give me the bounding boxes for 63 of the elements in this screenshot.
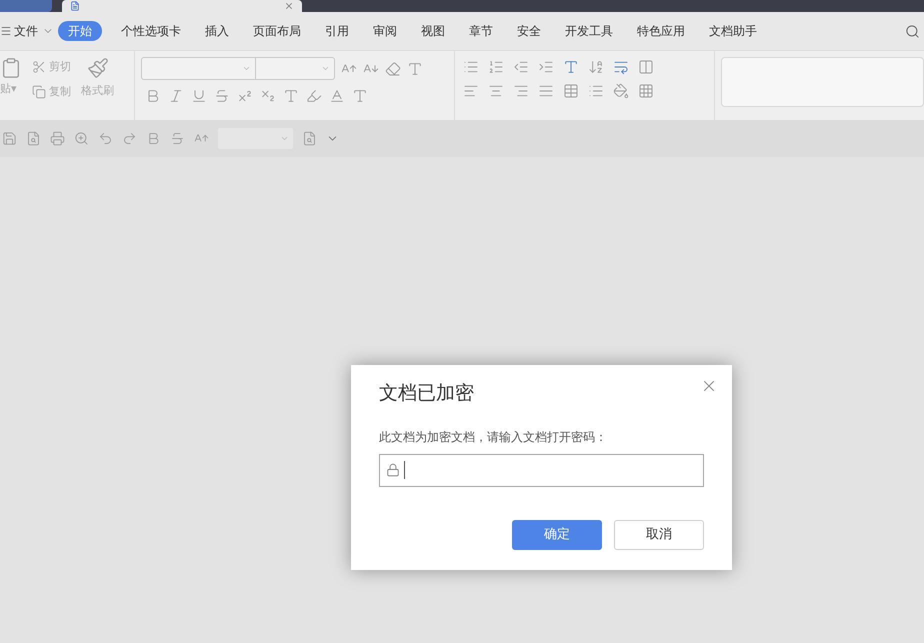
highlighter-icon[interactable] [306,88,322,104]
indent-icon[interactable] [538,59,554,75]
styles-gallery[interactable] [721,57,924,107]
italic-icon[interactable] [168,88,184,104]
strikethrough-icon[interactable] [170,131,185,146]
align-right-icon[interactable] [513,83,529,99]
chevron-down-icon [321,64,330,73]
password-field[interactable] [379,454,704,486]
menu-icon[interactable] [0,25,12,37]
font-size-field[interactable] [256,57,335,80]
dropdown-field[interactable] [218,128,293,149]
paintbrush-icon[interactable] [86,57,108,79]
outdent-icon[interactable] [513,59,529,75]
dialog-title: 文档已加密 [379,381,474,406]
dialog-message: 此文档为加密文档，请输入文档打开密码： [379,428,608,446]
file-menu[interactable]: 文件 [14,22,38,40]
ribbon-tab[interactable]: 安全 [506,21,552,41]
chevron-down-icon [280,134,289,143]
subscript-icon[interactable] [260,88,276,104]
scissors-icon[interactable] [32,60,46,74]
document-icon [70,1,80,11]
ribbon-tab[interactable]: 视图 [410,21,456,41]
numbered-list-icon[interactable] [488,59,504,75]
borders-icon[interactable] [638,83,654,99]
columns-icon[interactable] [638,59,654,75]
ribbon-tab[interactable]: 章节 [458,21,504,41]
clipboard-icon[interactable] [0,57,22,79]
ribbon-tab[interactable]: 特色应用 [626,21,696,41]
ribbon-tab[interactable]: 引用 [314,21,360,41]
justify-icon[interactable] [538,83,554,99]
eraser-icon[interactable] [385,60,401,76]
text-cursor [404,461,405,479]
document-icon[interactable] [302,131,317,146]
sort-icon[interactable] [588,59,604,75]
ribbon-tab[interactable]: 文档助手 [698,21,768,41]
ribbon-tab[interactable]: 审阅 [362,21,408,41]
font-name-field[interactable] [141,57,256,80]
copy-icon[interactable] [32,84,46,99]
close-icon[interactable] [284,1,294,11]
ribbon-tab[interactable]: 页面布局 [242,21,312,41]
search-icon[interactable] [905,24,920,38]
document-tab[interactable] [62,0,302,12]
superscript-icon[interactable] [237,88,253,104]
ribbon-tab[interactable]: 开发工具 [554,21,624,41]
strikethrough-icon[interactable] [214,88,230,104]
ribbon-tab[interactable]: 插入 [194,21,240,41]
align-left-icon[interactable] [463,83,479,99]
print-icon[interactable] [50,131,65,146]
chevron-down-icon [242,64,251,73]
wrap-text-icon[interactable] [613,59,629,75]
undo-icon[interactable] [98,131,113,146]
shading-icon[interactable] [613,83,629,99]
align-center-icon[interactable] [488,83,504,99]
ribbon-tab[interactable]: 个性选项卡 [110,21,192,41]
underline-icon[interactable] [191,88,207,104]
redo-icon[interactable] [122,131,137,146]
lock-icon [386,463,400,477]
font-color-icon[interactable] [329,88,345,104]
document-icon[interactable] [26,131,41,146]
save-icon[interactable] [2,131,17,146]
confirm-button[interactable]: 确定 [512,520,602,550]
cancel-button[interactable]: 取消 [614,520,704,550]
ribbon-tab[interactable]: 开始 [58,21,102,41]
